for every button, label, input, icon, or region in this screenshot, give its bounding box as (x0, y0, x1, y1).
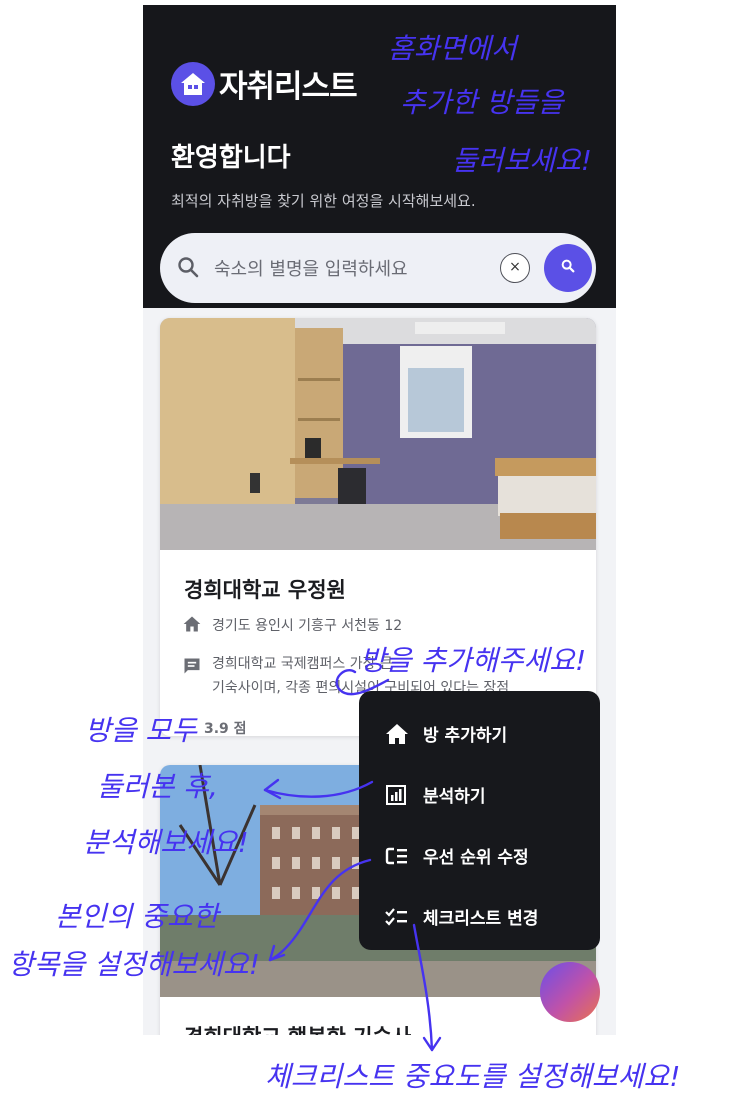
menu-add-room-label: 방 추가하기 (423, 726, 508, 746)
analytics-icon (385, 783, 413, 807)
logo-text: 자취리스트 (219, 69, 358, 105)
app-logo: 자취리스트 (171, 61, 358, 106)
search-bar: × (160, 233, 596, 303)
house-logo-icon (171, 61, 215, 106)
welcome-title: 환영합니다 (171, 143, 291, 173)
clear-search-button[interactable]: × (500, 253, 530, 283)
menu-edit-priority-label: 우선 순위 수정 (423, 848, 529, 868)
menu-change-checklist-label: 체크리스트 변경 (423, 909, 539, 929)
annotation-analyze-line3: 분석해보세요! (83, 826, 249, 859)
annotation-home-line2: 추가한 방들을 (400, 86, 564, 119)
menu-analyze[interactable]: 분석하기 (385, 782, 486, 807)
search-submit-icon (560, 258, 576, 278)
checklist-icon (385, 905, 413, 929)
annotation-checklist: 체크리스트 중요도를 설정해보세요! (265, 1060, 681, 1093)
room-address-row: 경기도 용인시 기흥구 서천동 12 (182, 614, 402, 638)
comment-icon (182, 656, 202, 680)
welcome-subtitle: 최적의 자취방을 찾기 위한 여정을 시작해보세요. (171, 192, 476, 210)
home-icon (385, 722, 413, 746)
menu-add-room[interactable]: 방 추가하기 (385, 721, 507, 746)
room-rating: 3.9 점 (204, 721, 247, 736)
annotation-priority-line2: 항목을 설정해보세요! (8, 948, 260, 981)
priority-icon (385, 844, 413, 868)
menu-analyze-label: 분석하기 (423, 787, 486, 807)
menu-change-checklist[interactable]: 체크리스트 변경 (385, 904, 538, 929)
fab-menu: 방 추가하기 분석하기 우선 순위 수정 체크리스트 변경 (359, 691, 600, 950)
room-photo (160, 318, 596, 550)
search-icon (176, 255, 200, 283)
annotation-home-line1: 홈화면에서 (388, 32, 517, 65)
search-button[interactable] (544, 244, 592, 292)
annotation-analyze-line2: 둘러본 후, (97, 770, 218, 803)
home-icon (182, 614, 202, 638)
menu-edit-priority[interactable]: 우선 순위 수정 (385, 843, 529, 868)
room-title: 경희대학교 행복한 기숙사 (184, 1021, 411, 1035)
search-input[interactable] (212, 249, 486, 289)
room-address: 경기도 용인시 기흥구 서천동 12 (212, 618, 403, 634)
annotation-priority-line1: 본인의 중요한 (55, 900, 219, 933)
annotation-home-line3: 둘러보세요! (452, 144, 593, 177)
fab-button[interactable] (540, 962, 600, 1022)
annotation-add-room: 방을 추가해주세요! (360, 644, 587, 677)
annotation-analyze-line1: 방을 모두 (85, 714, 197, 747)
room-title: 경희대학교 우정원 (184, 578, 346, 602)
